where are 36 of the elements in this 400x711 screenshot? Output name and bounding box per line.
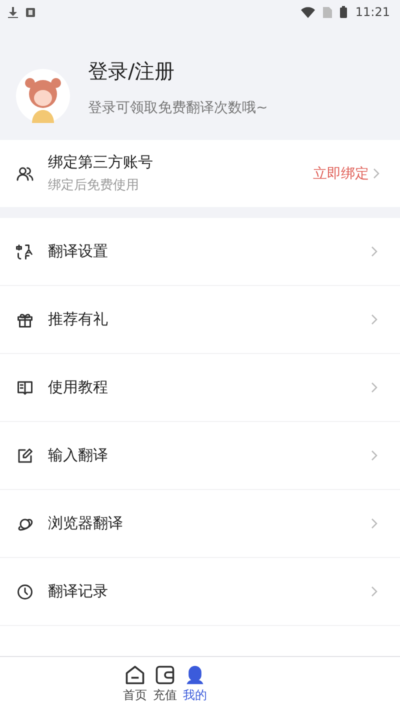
bind-subtitle: 绑定后免费使用 bbox=[48, 177, 140, 194]
nav-tab[interactable]: 我的 bbox=[183, 664, 207, 704]
menu-item[interactable]: 翻译记录 bbox=[0, 558, 400, 626]
chevron-icon bbox=[371, 586, 378, 597]
home-icon bbox=[124, 664, 146, 686]
wifi-icon bbox=[301, 6, 316, 18]
menu-item[interactable]: 翻译设置 bbox=[0, 218, 400, 286]
menu-item[interactable]: 推荐有礼 bbox=[0, 286, 400, 354]
edit-icon bbox=[16, 446, 34, 464]
bind-now-link[interactable]: 立即绑定 bbox=[313, 164, 380, 182]
chevron-icon bbox=[371, 518, 378, 529]
avatar bbox=[16, 69, 70, 123]
sim-icon bbox=[323, 6, 332, 18]
chevron-icon bbox=[371, 450, 378, 461]
clock-icon bbox=[16, 582, 34, 600]
users-icon bbox=[16, 164, 34, 182]
book-icon bbox=[16, 378, 34, 396]
bind-title: 绑定第三方账号 bbox=[48, 153, 154, 172]
translate-icon bbox=[16, 242, 34, 260]
login-subtitle: 登录可领取免费翻译次数哦~ bbox=[88, 98, 268, 116]
status-time: 11:21 bbox=[355, 5, 390, 19]
chevron-icon bbox=[373, 168, 380, 179]
menu-item[interactable]: 使用教程 bbox=[0, 354, 400, 422]
notification-icon bbox=[26, 8, 35, 16]
nav-tab[interactable]: 充值 bbox=[153, 664, 177, 704]
nav-tab[interactable]: 首页 bbox=[123, 664, 147, 704]
login-title[interactable]: 登录/注册 bbox=[88, 58, 268, 84]
menu-item[interactable]: 输入翻译 bbox=[0, 422, 400, 490]
user-icon bbox=[184, 664, 206, 686]
download-icon bbox=[8, 6, 18, 18]
chevron-icon bbox=[371, 382, 378, 393]
chevron-icon bbox=[371, 314, 378, 325]
menu-item[interactable]: 浏览器翻译 bbox=[0, 490, 400, 558]
battery-icon bbox=[340, 6, 348, 18]
wallet-icon bbox=[154, 664, 176, 686]
chevron-icon bbox=[371, 246, 378, 257]
